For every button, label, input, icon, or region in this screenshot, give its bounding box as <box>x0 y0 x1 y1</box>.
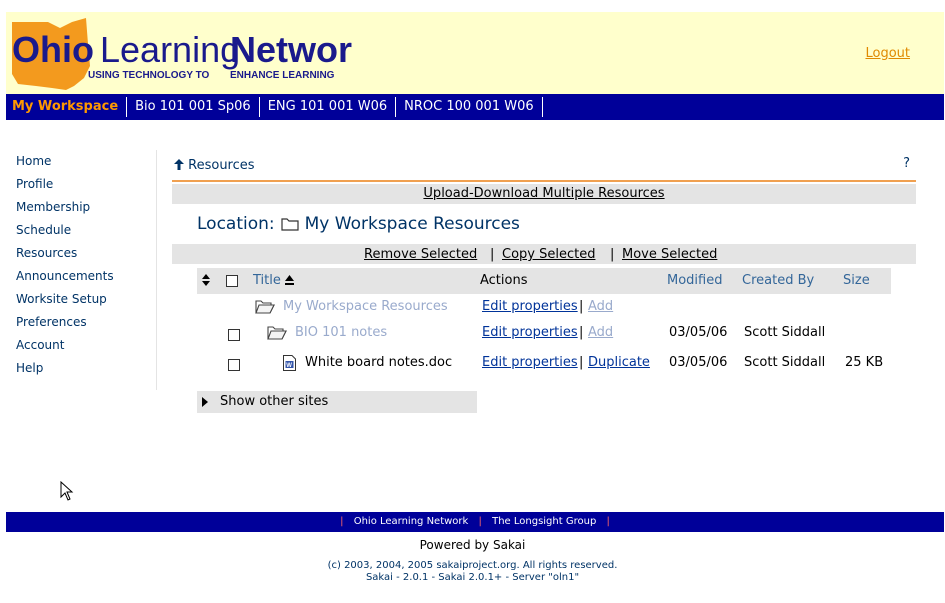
site-tab-bio-101[interactable]: Bio 101 001 Sp06 <box>127 97 260 117</box>
svg-text:W: W <box>286 363 292 369</box>
resource-row: W White board notes.doc Edit properties … <box>197 350 891 376</box>
open-folder-icon[interactable] <box>267 325 287 340</box>
tool-menu-schedule[interactable]: Schedule <box>16 219 156 242</box>
column-created-by-sort[interactable]: Created By <box>742 268 814 294</box>
edit-properties-link[interactable]: Edit properties <box>482 350 578 376</box>
resource-list-header: Title Actions Modified Created By Size <box>197 268 891 294</box>
sort-ascending-icon <box>285 275 295 285</box>
location-label: Location: <box>197 214 275 234</box>
resource-title: My Workspace Resources <box>283 299 448 314</box>
row-checkbox[interactable] <box>228 329 240 341</box>
resource-row: My Workspace Resources Edit properties |… <box>197 294 891 320</box>
resource-title[interactable]: White board notes.doc <box>305 350 452 376</box>
mouse-pointer-icon <box>60 481 74 501</box>
column-size-sort[interactable]: Size <box>843 268 870 294</box>
footer-separator: | <box>478 516 482 527</box>
tool-title[interactable]: Resources <box>174 158 255 173</box>
location-value: My Workspace Resources <box>304 214 520 234</box>
tool-menu-preferences[interactable]: Preferences <box>16 311 156 334</box>
open-folder-icon[interactable] <box>255 299 275 314</box>
tool-title-label: Resources <box>188 158 255 173</box>
show-other-sites-toggle[interactable]: Show other sites <box>197 391 477 413</box>
action-separator: | <box>610 247 615 262</box>
select-all-checkbox[interactable] <box>226 275 238 287</box>
created-by: Scott Siddall <box>744 355 826 370</box>
location-line: Location: My Workspace Resources <box>197 214 520 234</box>
help-link[interactable]: ? <box>903 156 910 171</box>
add-link[interactable]: Add <box>588 320 613 346</box>
row-checkbox[interactable] <box>228 359 240 371</box>
svg-text:Learning: Learning <box>100 29 240 70</box>
show-other-sites-label: Show other sites <box>220 394 329 409</box>
tool-menu: Home Profile Membership Schedule Resourc… <box>6 150 157 390</box>
ohio-learning-network-logo: Ohio Learning Network USING TECHNOLOGY T… <box>12 18 353 90</box>
tool-menu-resources[interactable]: Resources <box>16 242 156 265</box>
action-separator: | <box>579 299 584 314</box>
remove-selected-button[interactable]: Remove Selected <box>364 244 477 266</box>
word-document-icon: W <box>283 355 296 371</box>
site-tab-nroc-100[interactable]: NROC 100 001 W06 <box>396 97 543 117</box>
duplicate-link[interactable]: Duplicate <box>588 350 650 376</box>
resource-title[interactable]: BIO 101 notes <box>295 320 387 346</box>
column-modified-sort[interactable]: Modified <box>667 268 722 294</box>
copy-selected-button[interactable]: Copy Selected <box>502 244 595 266</box>
powered-by-text: Powered by Sakai <box>419 538 526 552</box>
svg-text:Ohio: Ohio <box>12 29 94 70</box>
edit-properties-link[interactable]: Edit properties <box>482 320 578 346</box>
column-title-sort[interactable]: Title <box>253 268 295 294</box>
action-separator: | <box>579 355 584 370</box>
upload-bar: Upload-Download Multiple Resources <box>172 184 916 204</box>
upload-download-multiple-link[interactable]: Upload-Download Multiple Resources <box>423 186 664 201</box>
tool-title-bar: Resources ? <box>172 156 916 182</box>
action-separator: | <box>490 247 495 262</box>
portal-header: Ohio Learning Network USING TECHNOLOGY T… <box>6 12 944 94</box>
bulk-action-bar: Remove Selected | Copy Selected | Move S… <box>172 244 916 264</box>
tool-menu-worksite-setup[interactable]: Worksite Setup <box>16 288 156 311</box>
svg-text:Network: Network <box>230 29 353 70</box>
site-tab-my-workspace[interactable]: My Workspace <box>6 97 128 117</box>
footer-separator: | <box>340 516 344 527</box>
server-info-line: Sakai - 2.0.1 - Sakai 2.0.1+ - Server "o… <box>365 572 580 583</box>
site-tab-eng-101[interactable]: ENG 101 001 W06 <box>260 97 397 117</box>
footer-bar: | Ohio Learning Network | The Longsight … <box>6 512 944 532</box>
svg-text:ENHANCE LEARNING: ENHANCE LEARNING <box>230 70 335 81</box>
edit-properties-link[interactable]: Edit properties <box>482 294 578 320</box>
created-by: Scott Siddall <box>744 325 826 340</box>
footer-separator: | <box>606 516 610 527</box>
arrow-up-icon <box>174 159 184 170</box>
resource-row: BIO 101 notes Edit properties | Add 03/0… <box>197 320 891 346</box>
copyright-text: (c) 2003, 2004, 2005 sakaiproject.org. A… <box>0 560 945 584</box>
svg-text:USING TECHNOLOGY TO: USING TECHNOLOGY TO <box>88 70 210 81</box>
file-size: 25 KB <box>845 355 884 370</box>
tool-menu-profile[interactable]: Profile <box>16 173 156 196</box>
copyright-line: (c) 2003, 2004, 2005 sakaiproject.org. A… <box>327 560 618 571</box>
column-actions: Actions <box>480 273 528 288</box>
move-selected-button[interactable]: Move Selected <box>622 244 717 266</box>
expand-collapse-all-icon[interactable] <box>202 274 210 286</box>
column-title-label: Title <box>253 273 281 288</box>
site-tabs: My Workspace Bio 101 001 Sp06 ENG 101 00… <box>6 94 944 120</box>
tool-menu-announcements[interactable]: Announcements <box>16 265 156 288</box>
tool-menu-account[interactable]: Account <box>16 334 156 357</box>
tool-menu-membership[interactable]: Membership <box>16 196 156 219</box>
add-link[interactable]: Add <box>588 294 613 320</box>
tool-menu-help[interactable]: Help <box>16 357 156 380</box>
logout-link[interactable]: Logout <box>865 46 910 61</box>
footer-link-longsight-group[interactable]: The Longsight Group <box>492 516 596 527</box>
expand-triangle-icon <box>202 397 208 407</box>
footer-link-ohio-learning-network[interactable]: Ohio Learning Network <box>354 516 469 527</box>
folder-icon <box>281 218 299 231</box>
tool-menu-home[interactable]: Home <box>16 150 156 173</box>
modified-date: 03/05/06 <box>669 325 728 340</box>
action-separator: | <box>579 325 584 340</box>
modified-date: 03/05/06 <box>669 355 728 370</box>
